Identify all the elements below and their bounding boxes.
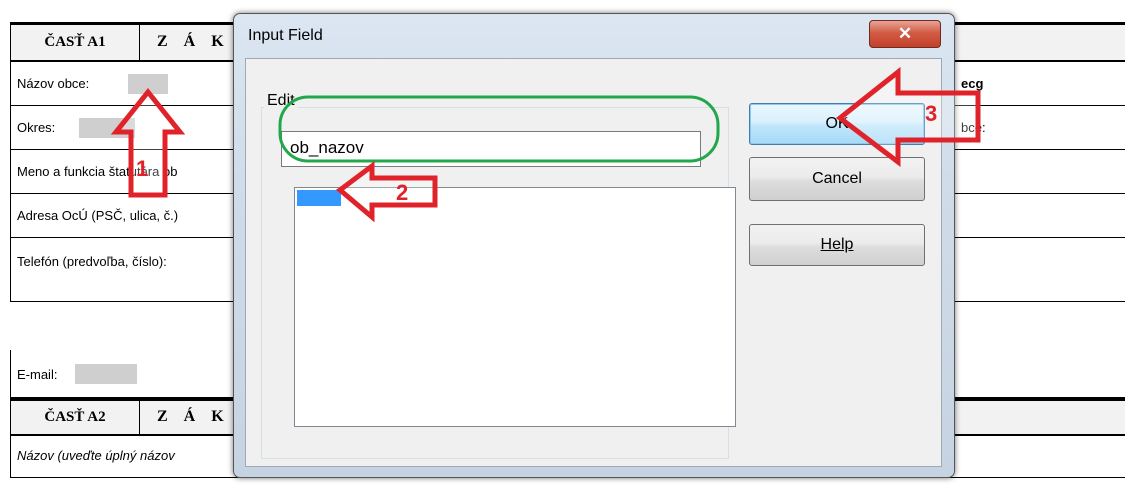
- marker-3: 3: [925, 101, 938, 126]
- section-a2-heading: Z Á K: [157, 408, 230, 425]
- selected-list-item[interactable]: [297, 190, 341, 206]
- dialog-title: Input Field: [248, 27, 323, 44]
- help-button[interactable]: Help: [749, 224, 925, 266]
- cancel-button[interactable]: Cancel: [749, 157, 925, 201]
- row-label: Názov (uveďte úplný názov: [17, 448, 175, 463]
- section-a2-label: ČASŤ A2: [11, 401, 140, 434]
- section-a1-label: ČASŤ A1: [11, 25, 140, 60]
- row-label: Adresa OcÚ (PSČ, ulica, č.): [17, 208, 179, 223]
- email-field[interactable]: [75, 364, 137, 384]
- close-icon: ✕: [897, 24, 913, 43]
- edit-input[interactable]: ob_nazov: [281, 131, 701, 167]
- nazov-obce-field[interactable]: [128, 74, 168, 94]
- help-label: Help: [820, 236, 854, 253]
- row-label: Meno a funkcia štatutára ob: [17, 164, 178, 179]
- row-right-text: ecg: [961, 76, 984, 91]
- input-field-dialog: Input Field ✕ Edit ob_nazov OK Cancel He…: [233, 13, 955, 478]
- row-label: Okres:: [17, 120, 56, 135]
- edit-group-label: Edit: [264, 92, 298, 110]
- marker-2: 2: [396, 180, 409, 205]
- ok-button[interactable]: OK: [749, 103, 925, 145]
- row-label: Telefón (predvoľba, číslo):: [17, 254, 167, 269]
- field-listbox[interactable]: [294, 187, 736, 427]
- marker-1: 1: [136, 156, 149, 181]
- close-button[interactable]: ✕: [869, 20, 941, 48]
- section-a1-heading: Z Á K: [157, 33, 230, 50]
- row-right-text: bce:: [961, 120, 986, 135]
- row-label: E-mail:: [17, 367, 58, 382]
- dialog-client-area: Edit ob_nazov OK Cancel Help: [245, 58, 942, 467]
- okres-field[interactable]: [79, 118, 135, 138]
- row-label: Názov obce:: [17, 76, 90, 91]
